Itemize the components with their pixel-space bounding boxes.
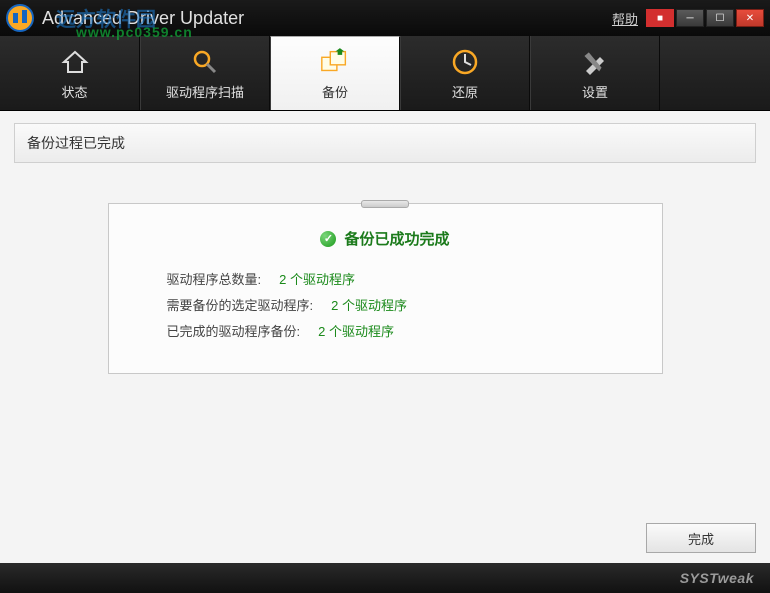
- panel-handle: [361, 200, 409, 208]
- maximize-button[interactable]: ☐: [706, 9, 734, 27]
- row-label: 需要备份的选定驱动程序:: [167, 295, 314, 314]
- summary-row: 需要备份的选定驱动程序: 2 个驱动程序: [167, 295, 632, 314]
- tab-settings[interactable]: 设置: [530, 36, 660, 110]
- tab-bar: 状态 驱动程序扫描 备份 还原 设置: [0, 36, 770, 111]
- tab-label: 备份: [322, 82, 348, 101]
- status-message: 备份过程已完成: [14, 123, 756, 163]
- check-icon: ✓: [320, 231, 336, 247]
- result-panel: ✓ 备份已成功完成 驱动程序总数量: 2 个驱动程序 需要备份的选定驱动程序: …: [108, 203, 663, 374]
- app-icon: [6, 4, 34, 32]
- magnify-icon: [189, 46, 221, 78]
- brand-footer: SYSTweak: [0, 563, 770, 593]
- restore-icon: [449, 46, 481, 78]
- summary-row: 已完成的驱动程序备份: 2 个驱动程序: [167, 321, 632, 340]
- window-controls: ■ ─ ☐ ✕: [646, 9, 764, 27]
- done-button[interactable]: 完成: [646, 523, 756, 553]
- row-value: 2 个驱动程序: [331, 295, 407, 314]
- tab-status[interactable]: 状态: [10, 36, 140, 110]
- home-icon: [59, 46, 91, 78]
- flag-icon[interactable]: ■: [646, 9, 674, 27]
- row-label: 驱动程序总数量:: [167, 269, 262, 288]
- close-button[interactable]: ✕: [736, 9, 764, 27]
- content-area: 备份过程已完成 ✓ 备份已成功完成 驱动程序总数量: 2 个驱动程序 需要备份的…: [0, 111, 770, 563]
- tab-label: 还原: [452, 82, 478, 101]
- help-link[interactable]: 帮助: [612, 9, 638, 28]
- brand-text: SYSTweak: [680, 570, 754, 586]
- tab-scan[interactable]: 驱动程序扫描: [140, 36, 270, 110]
- tab-restore[interactable]: 还原: [400, 36, 530, 110]
- panel-container: ✓ 备份已成功完成 驱动程序总数量: 2 个驱动程序 需要备份的选定驱动程序: …: [14, 163, 756, 515]
- minimize-button[interactable]: ─: [676, 9, 704, 27]
- app-title: Advanced Driver Updater: [42, 8, 612, 29]
- tools-icon: [579, 46, 611, 78]
- footer-actions: 完成: [14, 515, 756, 553]
- row-value: 2 个驱动程序: [279, 269, 355, 288]
- backup-icon: [319, 46, 351, 78]
- row-label: 已完成的驱动程序备份:: [167, 321, 301, 340]
- row-value: 2 个驱动程序: [318, 321, 394, 340]
- tab-backup[interactable]: 备份: [270, 36, 400, 110]
- summary-row: 驱动程序总数量: 2 个驱动程序: [167, 269, 632, 288]
- tab-label: 驱动程序扫描: [166, 82, 244, 101]
- tab-label: 设置: [582, 82, 608, 101]
- tab-label: 状态: [61, 82, 87, 101]
- panel-title-text: 备份已成功完成: [344, 228, 449, 249]
- titlebar: Advanced Driver Updater 帮助 ■ ─ ☐ ✕: [0, 0, 770, 36]
- panel-title: ✓ 备份已成功完成: [139, 228, 632, 249]
